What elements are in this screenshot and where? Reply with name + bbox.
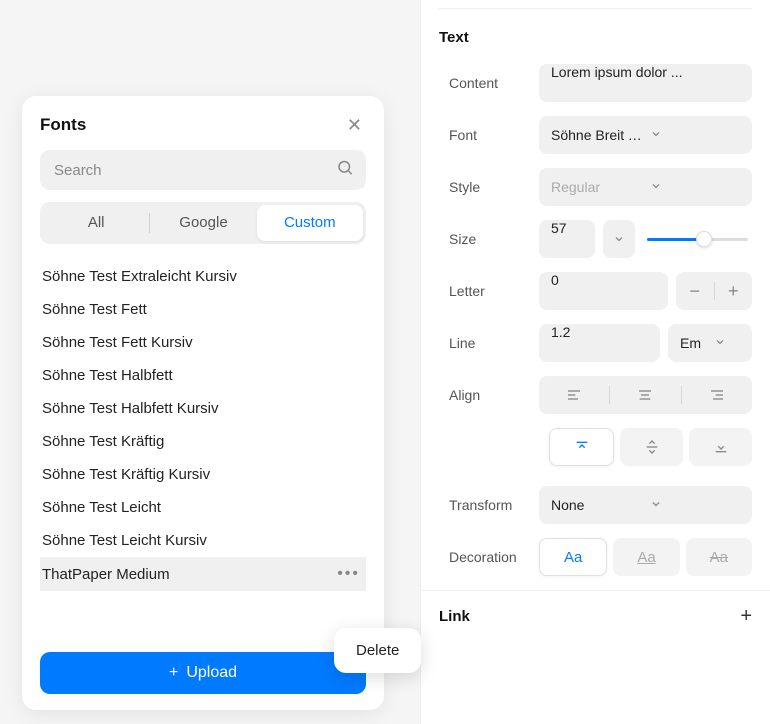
decoration-label: Decoration <box>439 549 531 565</box>
font-list: Söhne Test Extraleicht Kursiv Söhne Test… <box>40 260 366 640</box>
upload-button[interactable]: + Upload <box>40 652 366 694</box>
chevron-down-icon <box>650 127 743 143</box>
search-input[interactable] <box>40 150 366 190</box>
font-item-label: Söhne Test Leicht Kursiv <box>42 532 207 549</box>
size-stepper-toggle[interactable] <box>603 220 635 258</box>
font-item[interactable]: Söhne Test Fett Kursiv <box>40 326 366 359</box>
decoration-group: Aa Aa Aa <box>539 538 752 576</box>
divider <box>439 8 752 9</box>
fonts-title: Fonts <box>40 115 86 135</box>
style-value: Regular <box>551 179 644 195</box>
close-icon[interactable]: ✕ <box>343 114 366 136</box>
decoration-none-button[interactable]: Aa <box>539 538 607 576</box>
font-item[interactable]: Söhne Test Kräftig <box>40 425 366 458</box>
transform-select[interactable]: None <box>539 486 752 524</box>
fonts-header: Fonts ✕ <box>40 114 366 136</box>
size-label: Size <box>439 231 531 247</box>
plus-icon: + <box>169 664 178 682</box>
font-select[interactable]: Söhne Breit Test L... <box>539 116 752 154</box>
font-item[interactable]: Söhne Test Halbfett <box>40 359 366 392</box>
tab-google[interactable]: Google <box>150 205 256 241</box>
font-item-label: Söhne Test Extraleicht Kursiv <box>42 268 237 285</box>
link-section: Link + <box>439 605 752 628</box>
transform-row: Transform None <box>439 486 752 524</box>
letter-label: Letter <box>439 283 531 299</box>
line-label: Line <box>439 335 531 351</box>
font-item-label: Söhne Test Fett <box>42 301 147 318</box>
line-unit-select[interactable]: Em <box>668 324 752 362</box>
letter-decrease-button[interactable]: − <box>676 281 714 302</box>
chevron-down-icon <box>650 497 743 513</box>
link-title: Link <box>439 608 470 625</box>
more-options-icon[interactable]: ••• <box>333 565 364 583</box>
decoration-strike-button[interactable]: Aa <box>686 538 752 576</box>
font-item-label: Söhne Test Leicht <box>42 499 161 516</box>
font-label: Font <box>439 127 531 143</box>
size-input[interactable]: 57 <box>539 220 595 258</box>
font-item-label: Söhne Test Fett Kursiv <box>42 334 193 351</box>
align-row: Align <box>439 376 752 414</box>
transform-label: Transform <box>439 497 531 513</box>
font-value: Söhne Breit Test L... <box>551 127 644 143</box>
style-row: Style Regular <box>439 168 752 206</box>
font-row: Font Söhne Breit Test L... <box>439 116 752 154</box>
search-wrap <box>40 150 366 190</box>
font-item-label: Söhne Test Kräftig Kursiv <box>42 466 210 483</box>
letter-increase-button[interactable]: + <box>715 281 753 302</box>
valign-bottom-button[interactable] <box>689 428 752 466</box>
font-item-label: Söhne Test Halbfett Kursiv <box>42 400 218 417</box>
font-item[interactable]: Söhne Test Leicht Kursiv <box>40 524 366 557</box>
decoration-underline-button[interactable]: Aa <box>613 538 679 576</box>
chevron-down-icon <box>650 179 743 195</box>
letter-stepper: − + <box>676 272 752 310</box>
slider-thumb[interactable] <box>696 231 712 247</box>
font-item-selected[interactable]: ThatPaper Medium ••• <box>40 557 366 591</box>
font-item[interactable]: Söhne Test Halbfett Kursiv <box>40 392 366 425</box>
decoration-row: Decoration Aa Aa Aa <box>439 538 752 576</box>
letter-row: Letter 0 − + <box>439 272 752 310</box>
transform-value: None <box>551 497 644 513</box>
font-item-label: ThatPaper Medium <box>42 566 170 583</box>
align-right-button[interactable] <box>682 387 752 403</box>
vertical-align-group <box>549 428 752 466</box>
valign-middle-button[interactable] <box>620 428 683 466</box>
content-input[interactable]: Lorem ipsum dolor ... <box>539 64 752 102</box>
tab-all[interactable]: All <box>43 205 149 241</box>
align-label: Align <box>439 387 531 403</box>
line-row: Line 1.2 Em <box>439 324 752 362</box>
add-link-button[interactable]: + <box>740 605 752 628</box>
valign-row <box>439 428 752 466</box>
text-properties-panel: Text Content Lorem ipsum dolor ... Font … <box>420 0 770 724</box>
line-unit-value: Em <box>680 335 708 351</box>
content-row: Content Lorem ipsum dolor ... <box>439 64 752 102</box>
size-row: Size 57 <box>439 220 752 258</box>
fonts-panel: Fonts ✕ All Google Custom Söhne Test Ext… <box>22 96 384 710</box>
font-item-label: Söhne Test Halbfett <box>42 367 173 384</box>
text-align-group <box>539 376 752 414</box>
line-input[interactable]: 1.2 <box>539 324 660 362</box>
font-item-label: Söhne Test Kräftig <box>42 433 164 450</box>
font-item[interactable]: Söhne Test Leicht <box>40 491 366 524</box>
tab-custom[interactable]: Custom <box>257 205 363 241</box>
upload-label: Upload <box>186 664 237 682</box>
context-menu-delete[interactable]: Delete <box>334 628 421 673</box>
style-label: Style <box>439 179 531 195</box>
letter-input[interactable]: 0 <box>539 272 668 310</box>
style-select[interactable]: Regular <box>539 168 752 206</box>
search-icon <box>336 159 354 182</box>
valign-top-button[interactable] <box>549 428 614 466</box>
font-item[interactable]: Söhne Test Kräftig Kursiv <box>40 458 366 491</box>
font-item[interactable]: Söhne Test Extraleicht Kursiv <box>40 260 366 293</box>
chevron-down-icon <box>714 335 742 351</box>
align-center-button[interactable] <box>610 387 680 403</box>
align-left-button[interactable] <box>539 387 609 403</box>
content-label: Content <box>439 75 531 91</box>
size-slider[interactable] <box>643 220 752 258</box>
section-title-text: Text <box>439 29 752 46</box>
font-source-tabs: All Google Custom <box>40 202 366 244</box>
font-item[interactable]: Söhne Test Fett <box>40 293 366 326</box>
divider <box>421 590 770 591</box>
